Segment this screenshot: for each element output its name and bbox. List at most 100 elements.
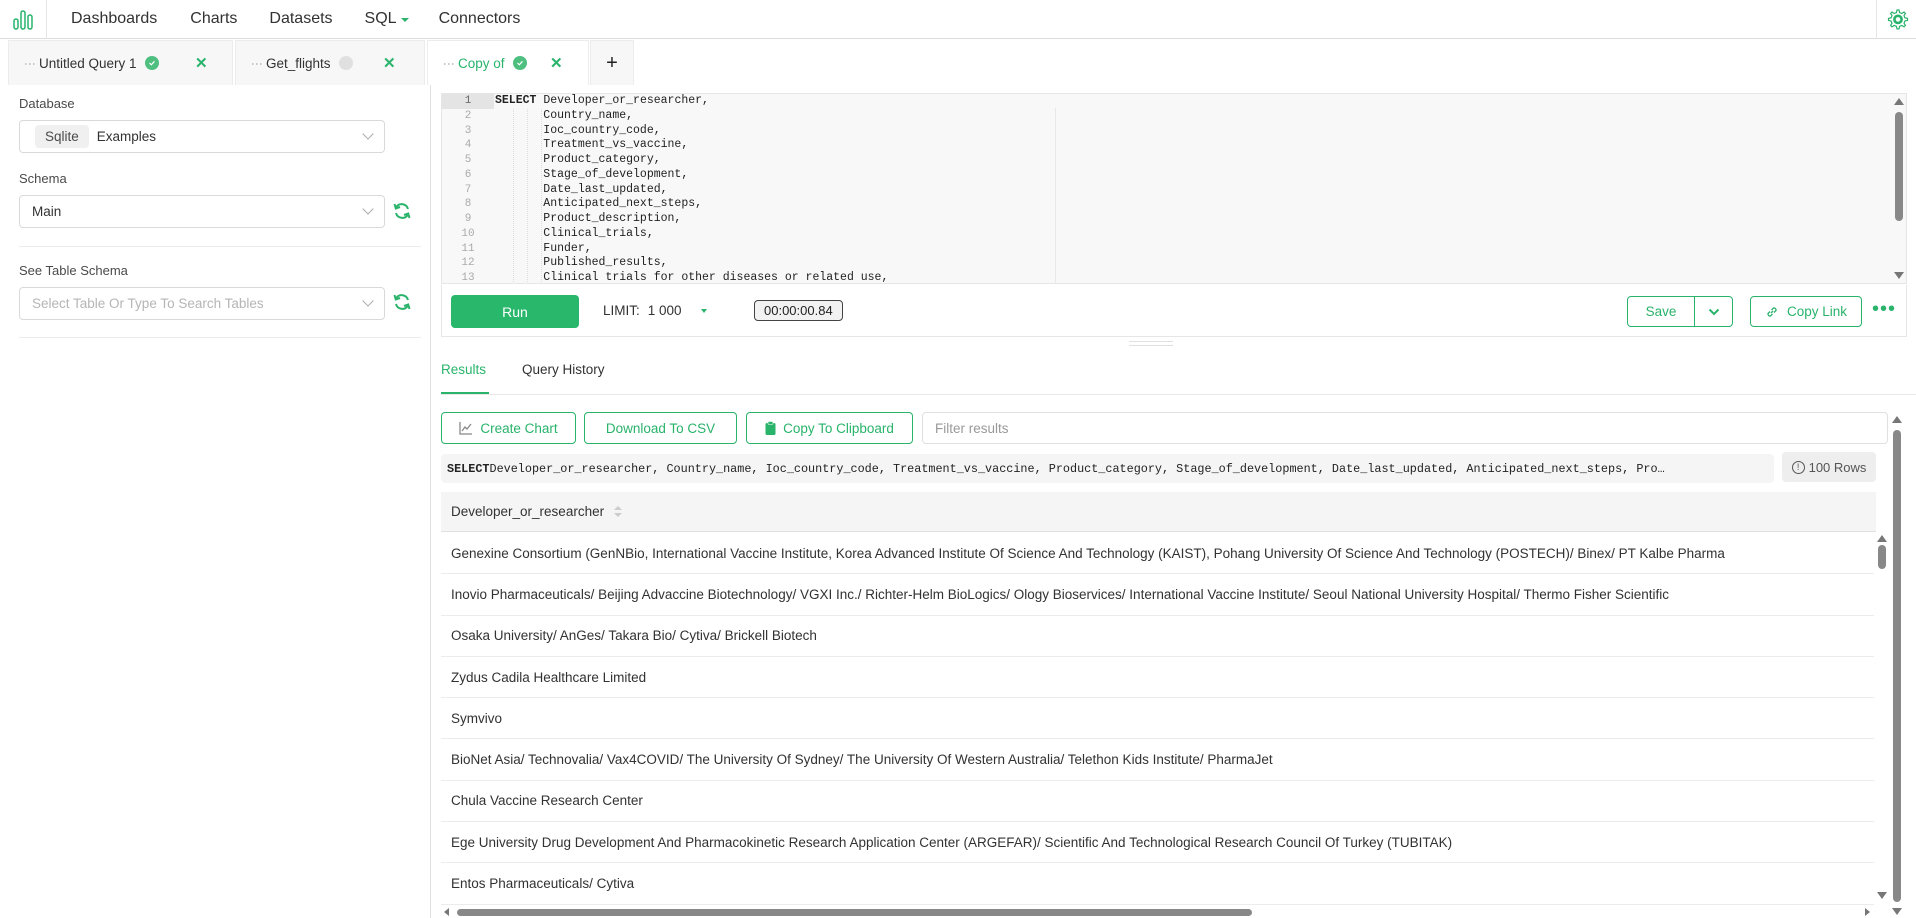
sort-icon[interactable] (614, 505, 623, 518)
copy-link-button[interactable]: Copy Link (1750, 296, 1862, 327)
sql-editor[interactable]: 1 SELECT Developer_or_researcher, 2 Countr… (441, 93, 1907, 284)
code-text: Product_description, (495, 212, 681, 227)
table-scrollbar[interactable] (1876, 533, 1888, 903)
code-content: Product_category, (495, 153, 661, 166)
scroll-thumb[interactable] (1893, 430, 1901, 902)
code-line[interactable]: 10 Clinical_trials, (442, 227, 1906, 242)
close-tab-icon[interactable]: ✕ (383, 54, 396, 72)
settings-button[interactable] (1876, 0, 1916, 39)
code-line[interactable]: 6 Stage_of_development, (442, 168, 1906, 183)
code-line[interactable]: 11 Funder, (442, 242, 1906, 257)
scroll-down-arrow-icon[interactable] (1892, 908, 1902, 915)
run-button[interactable]: Run (451, 295, 579, 328)
nav-charts[interactable]: Charts (190, 10, 237, 28)
tab-query-history[interactable]: Query History (522, 362, 605, 377)
scroll-thumb[interactable] (1878, 545, 1886, 569)
row-count: 100 Rows (1808, 459, 1867, 475)
table-row[interactable]: BioNet Asia/ Technovalia/ Vax4COVID/ The… (441, 739, 1874, 781)
code-text: Date_last_updated, (495, 183, 667, 198)
refresh-schema-icon[interactable] (392, 201, 412, 221)
drag-handle-icon[interactable]: ⋮ (250, 58, 264, 69)
save-button-group: Save (1627, 296, 1733, 327)
table-cell: BioNet Asia/ Technovalia/ Vax4COVID/ The… (451, 752, 1273, 768)
add-tab-button[interactable]: + (590, 40, 634, 85)
editor-scrollbar[interactable] (1892, 94, 1906, 283)
filter-results-input[interactable]: Filter results (922, 412, 1888, 444)
drag-handle-icon[interactable]: ⋮ (23, 58, 37, 69)
nav-sql[interactable]: SQL (365, 10, 409, 28)
code-line[interactable]: 5 Product_category, (442, 153, 1906, 168)
divider (19, 337, 421, 338)
scroll-down-arrow-icon[interactable] (1894, 272, 1904, 279)
code-line[interactable]: 12 Published_results, (442, 256, 1906, 271)
scroll-down-arrow-icon[interactable] (1877, 892, 1887, 899)
code-line[interactable]: 4 Treatment_vs_vaccine, (442, 138, 1906, 153)
nav-dashboards[interactable]: Dashboards (71, 10, 157, 28)
link-icon (1767, 306, 1777, 317)
bar-chart-logo-icon[interactable] (0, 0, 47, 39)
tab-get-flights[interactable]: ⋮ Get_flights ✕ (235, 40, 425, 85)
more-options-icon[interactable]: ••• (1872, 299, 1896, 319)
drag-handle-icon[interactable]: ⋮ (442, 58, 456, 69)
refresh-tables-icon[interactable] (392, 292, 412, 312)
save-dropdown-button[interactable] (1695, 297, 1732, 326)
table-row[interactable]: Entos Pharmaceuticals/ Cytiva (441, 863, 1874, 905)
table-row[interactable]: Zydus Cadila Healthcare Limited (441, 656, 1874, 699)
table-row[interactable]: Inovio Pharmaceuticals/ Beijing Advaccin… (441, 574, 1874, 616)
code-text: Ioc_country_code, (495, 124, 660, 139)
table-row[interactable]: Symvivo (441, 698, 1874, 740)
scroll-up-arrow-icon[interactable] (1892, 416, 1902, 423)
table-cell: Symvivo (451, 710, 503, 726)
scroll-thumb[interactable] (1895, 112, 1903, 221)
line-number: 6 (464, 168, 472, 181)
scroll-right-arrow-icon[interactable] (1865, 908, 1870, 916)
nav-connectors[interactable]: Connectors (439, 10, 521, 28)
scroll-thumb[interactable] (457, 909, 1252, 916)
left-panel: Database Sqlite Examples Schema Main See… (0, 85, 431, 918)
column-header[interactable]: Developer_or_researcher (441, 492, 1876, 532)
scroll-up-arrow-icon[interactable] (1877, 535, 1887, 542)
code-line[interactable]: 8 Anticipated_next_steps, (442, 197, 1906, 212)
close-tab-icon[interactable]: ✕ (550, 54, 563, 72)
close-tab-icon[interactable]: ✕ (195, 54, 208, 72)
indent-guide (513, 108, 514, 283)
divider (19, 246, 421, 247)
code-line[interactable]: 3 Ioc_country_code, (442, 124, 1906, 139)
code-text: Funder, (495, 241, 592, 257)
gear-icon (1887, 8, 1908, 29)
scroll-up-arrow-icon[interactable] (1894, 98, 1904, 105)
query-timer: 00:00:00.84 (754, 300, 843, 321)
tab-copy-of[interactable]: ⋮ Copy of ✕ (427, 40, 589, 85)
create-chart-label: Create Chart (480, 420, 558, 436)
code-line[interactable]: 7 Date_last_updated, (442, 183, 1906, 198)
code-text: Product_category, (495, 153, 661, 168)
save-button[interactable]: Save (1628, 297, 1695, 326)
copy-clipboard-button[interactable]: Copy To Clipboard (746, 412, 913, 444)
table-select[interactable]: Select Table Or Type To Search Tables (19, 287, 385, 320)
results-panel-scrollbar[interactable] (1890, 414, 1906, 918)
schema-select[interactable]: Main (19, 195, 385, 228)
limit-dropdown[interactable]: LIMIT: 1 000 (603, 303, 707, 318)
code-content: Funder, (495, 241, 592, 255)
resize-handle[interactable] (1129, 341, 1173, 346)
sql-keyword: SELECT (447, 461, 490, 476)
database-select[interactable]: Sqlite Examples (19, 120, 385, 153)
horizontal-scrollbar[interactable] (441, 906, 1888, 918)
code-line[interactable]: 13 Clinical trials for other diseases or… (442, 271, 1906, 283)
scroll-left-arrow-icon[interactable] (444, 908, 449, 916)
table-row[interactable]: Chula Vaccine Research Center (441, 780, 1874, 823)
table-row[interactable]: Genexine Consortium (GenNBio, Internatio… (441, 533, 1874, 575)
code-line[interactable]: 1 SELECT Developer_or_researcher, (442, 94, 1906, 109)
table-row[interactable]: Osaka University/ AnGes/ Takara Bio/ Cyt… (441, 615, 1874, 657)
nav-datasets[interactable]: Datasets (269, 10, 332, 28)
tab-untitled-query-1[interactable]: ⋮ Untitled Query 1 ✕ (8, 40, 233, 85)
download-csv-button[interactable]: Download To CSV (584, 412, 737, 444)
code-line[interactable]: 2 Country_name, (442, 109, 1906, 124)
code-line[interactable]: 9 Product_description, (442, 212, 1906, 227)
create-chart-button[interactable]: Create Chart (441, 412, 576, 444)
code-content: Clinical_trials, (495, 226, 654, 240)
code-content: Treatment_vs_vaccine, (495, 138, 689, 152)
table-row[interactable]: Ege University Drug Development And Phar… (441, 822, 1874, 864)
tab-results[interactable]: Results (441, 362, 486, 377)
nav-datasets-label: Datasets (269, 10, 333, 27)
